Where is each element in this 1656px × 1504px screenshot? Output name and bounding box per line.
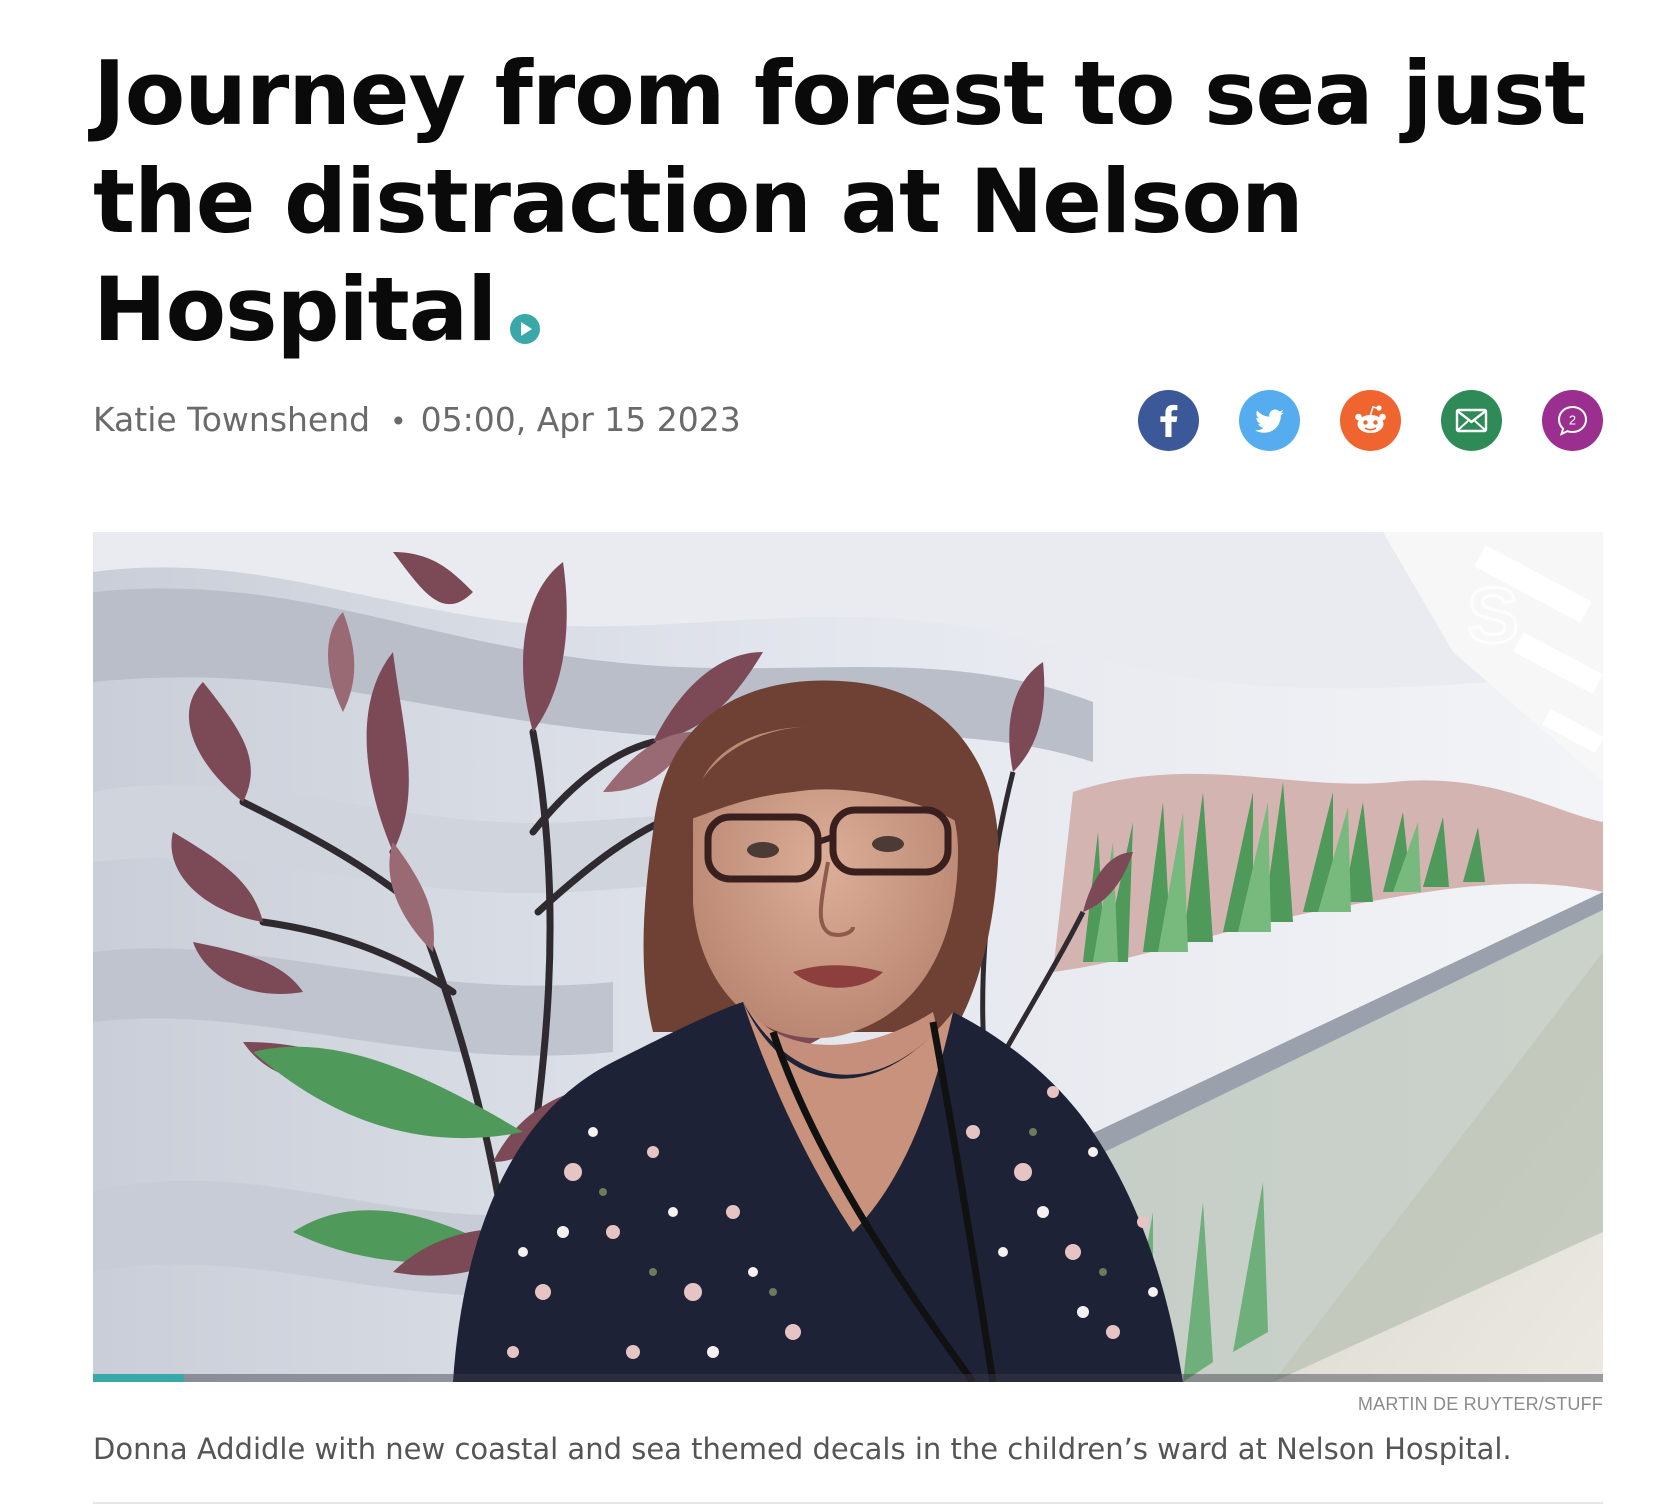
video-progress-fill — [93, 1374, 184, 1382]
author-name[interactable]: Katie Townshend — [93, 400, 370, 439]
share-twitter-button[interactable] — [1239, 390, 1300, 451]
article: Journey from forest to sea just the dist… — [93, 40, 1603, 1504]
headline[interactable]: Journey from forest to sea just the dist… — [93, 40, 1603, 364]
share-reddit-button[interactable] — [1340, 390, 1401, 451]
reddit-icon — [1355, 405, 1386, 433]
photo-credit: MARTIN DE RUYTER/STUFF — [1357, 1394, 1603, 1414]
video-watermark: S — [1467, 571, 1519, 659]
byline-separator: • — [390, 405, 407, 438]
envelope-icon — [1455, 408, 1488, 433]
byline: Katie Townshend • 05:00, Apr 15 2023 — [93, 400, 741, 439]
video-progress-bar[interactable] — [93, 1374, 1603, 1382]
video-play-icon[interactable] — [510, 314, 541, 344]
facebook-icon — [1160, 404, 1178, 437]
headline-text: Journey from forest to sea just the dist… — [93, 42, 1586, 361]
comment-icon: 2 — [1557, 405, 1588, 436]
media-caption: Donna Addidle with new coastal and sea t… — [93, 1432, 1512, 1466]
comment-count: 2 — [1569, 413, 1576, 428]
meta-row: Katie Townshend • 05:00, Apr 15 2023 2 — [93, 390, 1603, 456]
share-facebook-button[interactable] — [1138, 390, 1199, 451]
video-frame-image: S — [93, 532, 1603, 1382]
publish-timestamp: 05:00, Apr 15 2023 — [420, 400, 741, 439]
share-bar: 2 — [1138, 390, 1603, 451]
video-player[interactable]: S — [93, 532, 1603, 1382]
share-email-button[interactable] — [1441, 390, 1502, 451]
comments-button[interactable]: 2 — [1542, 390, 1603, 451]
twitter-bird-icon — [1255, 409, 1284, 433]
